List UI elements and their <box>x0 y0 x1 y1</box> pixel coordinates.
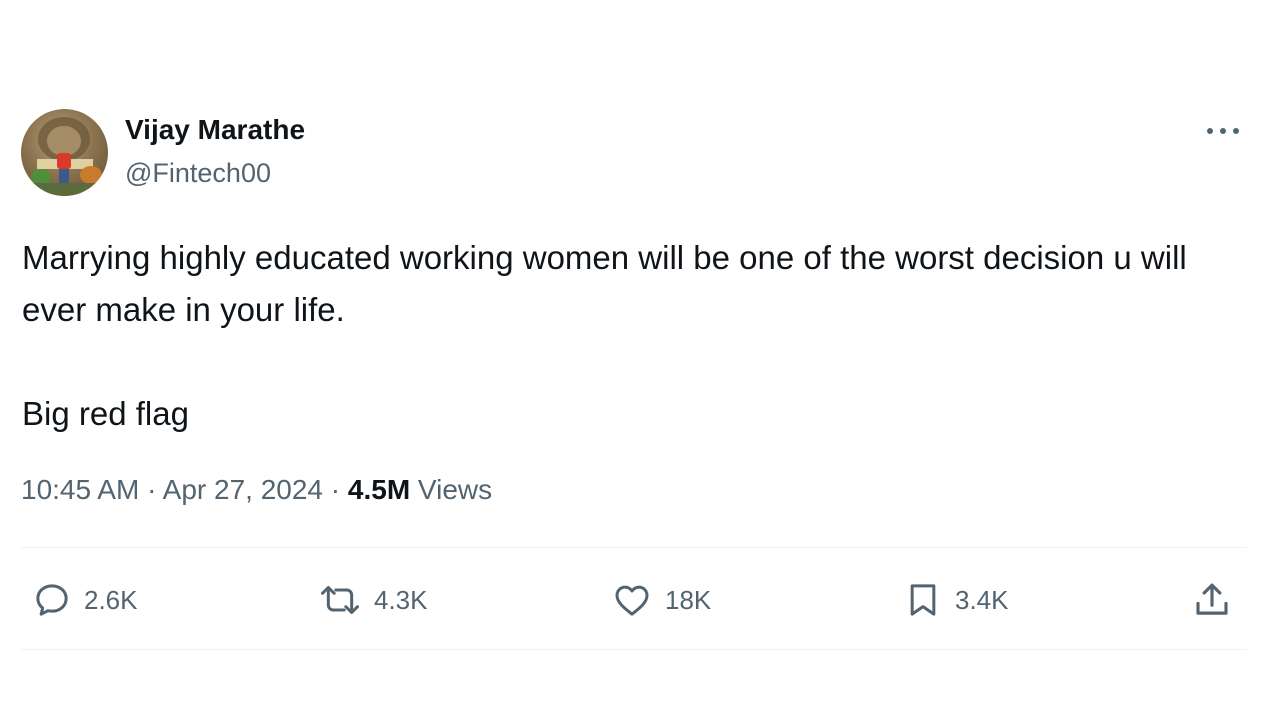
heart-icon <box>615 585 649 616</box>
bookmark-icon <box>910 584 936 616</box>
tweet-time[interactable]: 10:45 AM <box>21 474 139 505</box>
repost-button[interactable]: 4.3K <box>318 580 428 620</box>
divider <box>21 649 1247 650</box>
tweet-card: Vijay Marathe @Fintech00 Marrying highly… <box>0 0 1280 720</box>
views-label: Views <box>417 474 493 505</box>
avatar[interactable] <box>21 109 108 196</box>
speech-bubble-icon <box>36 584 68 616</box>
bookmark-button[interactable]: 3.4K <box>903 580 1009 620</box>
divider <box>21 547 1247 548</box>
like-button[interactable]: 18K <box>611 580 711 620</box>
meta-separator: · <box>147 474 157 505</box>
share-button[interactable] <box>1191 579 1233 621</box>
tweet-metadata: 10:45 AM · Apr 27, 2024 · 4.5M Views <box>21 474 492 506</box>
repost-arrows-icon <box>321 586 359 614</box>
reply-count: 2.6K <box>84 584 138 615</box>
reply-button[interactable]: 2.6K <box>32 580 138 620</box>
author-handle[interactable]: @Fintech00 <box>125 158 271 189</box>
views-count: 4.5M <box>347 474 411 505</box>
bookmark-count: 3.4K <box>955 584 1009 615</box>
more-horizontal-icon <box>1207 128 1239 134</box>
avatar-image <box>21 117 108 196</box>
tweet-text: Marrying highly educated working women w… <box>22 232 1222 440</box>
more-options-button[interactable] <box>1200 116 1246 146</box>
author-display-name[interactable]: Vijay Marathe <box>125 114 305 146</box>
share-upload-icon <box>1196 583 1228 615</box>
tweet-paragraph: Marrying highly educated working women w… <box>22 239 1187 328</box>
meta-separator: · <box>330 474 341 505</box>
like-count: 18K <box>665 584 712 615</box>
repost-count: 4.3K <box>374 584 428 615</box>
tweet-paragraph: Big red flag <box>22 395 189 432</box>
tweet-date[interactable]: Apr 27, 2024 <box>163 474 323 505</box>
